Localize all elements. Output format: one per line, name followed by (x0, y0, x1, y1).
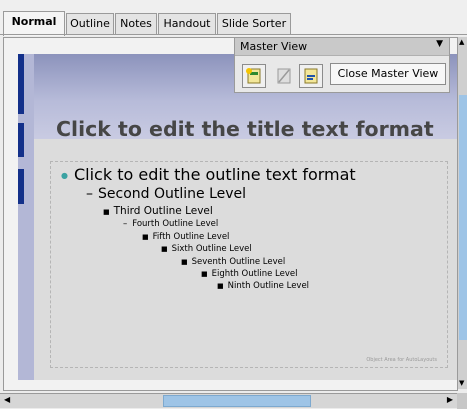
dash-icon: – (86, 186, 93, 202)
outline-level-7: ■ Seventh Outline Level (181, 257, 285, 267)
horizontal-scroll-thumb[interactable] (163, 395, 311, 407)
outline-level-5: ■ Fifth Outline Level (142, 232, 229, 242)
slide-title[interactable]: Click to edit the title text format (56, 111, 452, 151)
outline-level-9: ■ Ninth Outline Level (217, 281, 309, 291)
rename-master-button[interactable] (299, 64, 323, 88)
navy-accent-middle (18, 123, 24, 157)
horizontal-scrollbar[interactable]: ◀ ▶ (0, 393, 457, 408)
navy-accent-top (18, 54, 24, 114)
outline-placeholder[interactable]: ● Click to edit the outline text format –… (50, 161, 448, 368)
rename-master-icon (304, 68, 318, 84)
outline-level-2: – Second Outline Level (86, 186, 246, 202)
tab-normal[interactable]: Normal (3, 11, 65, 36)
delete-master-icon (277, 68, 291, 84)
tab-slide-sorter[interactable]: Slide Sorter (217, 13, 291, 34)
outline-level-2-text: Second Outline Level (98, 186, 247, 202)
outline-level-6: ■ Sixth Outline Level (161, 244, 252, 254)
outline-level-4: – Fourth Outline Level (123, 219, 218, 229)
navy-accent-bottom (18, 169, 24, 204)
delete-master-button[interactable] (272, 64, 296, 88)
outline-level-3-text: Third Outline Level (113, 205, 213, 217)
view-tabs: Normal Outline Notes Handout Slide Sorte… (0, 0, 467, 36)
scroll-right-icon[interactable]: ▶ (447, 395, 453, 404)
tab-handout[interactable]: Handout (158, 13, 216, 34)
outline-level-4-text: Fourth Outline Level (132, 219, 219, 229)
tabs-divider (0, 34, 467, 35)
outline-level-8: ■ Eighth Outline Level (201, 269, 297, 279)
vertical-scroll-thumb[interactable] (459, 95, 467, 340)
outline-level-1-text: Click to edit the outline text format (73, 165, 356, 184)
vertical-scrollbar[interactable]: ▲ ▼ (457, 37, 467, 389)
scroll-left-icon[interactable]: ◀ (4, 395, 10, 404)
master-view-title: Master View (240, 40, 308, 53)
outline-level-6-text: Sixth Outline Level (171, 244, 252, 254)
master-view-titlebar[interactable]: Master View ▼ (235, 38, 449, 56)
bullet-icon: ● (61, 171, 68, 180)
dropdown-arrow-icon[interactable]: ▼ (436, 39, 443, 49)
close-master-view-button[interactable]: Close Master View (330, 63, 446, 85)
tab-outline[interactable]: Outline (66, 13, 114, 34)
outline-level-7-text: Seventh Outline Level (191, 257, 286, 267)
square-bullet-icon: ■ (181, 258, 188, 266)
tab-notes[interactable]: Notes (115, 13, 157, 34)
outline-level-8-text: Eighth Outline Level (211, 269, 298, 279)
dash-icon: – (123, 219, 128, 229)
outline-level-9-text: Ninth Outline Level (227, 281, 310, 291)
scroll-down-icon[interactable]: ▼ (459, 379, 464, 387)
master-view-toolbar: Master View ▼ Close Master View (234, 37, 450, 93)
new-master-icon (246, 68, 261, 84)
scroll-up-icon[interactable]: ▲ (459, 38, 464, 46)
master-slide[interactable]: Click to edit the title text format ● Cli… (18, 54, 457, 380)
outline-level-5-text: Fifth Outline Level (152, 232, 230, 242)
square-bullet-icon: ■ (142, 233, 149, 241)
new-master-button[interactable] (242, 64, 266, 88)
scrollbar-corner (457, 393, 467, 409)
square-bullet-icon: ■ (217, 282, 224, 290)
autolayout-label: Object Area for AutoLayouts (366, 357, 437, 363)
square-bullet-icon: ■ (161, 245, 168, 253)
outline-level-3: ■ Third Outline Level (103, 205, 213, 217)
square-bullet-icon: ■ (201, 270, 208, 278)
square-bullet-icon: ■ (103, 208, 110, 216)
outline-level-1: ● Click to edit the outline text format (61, 165, 356, 184)
